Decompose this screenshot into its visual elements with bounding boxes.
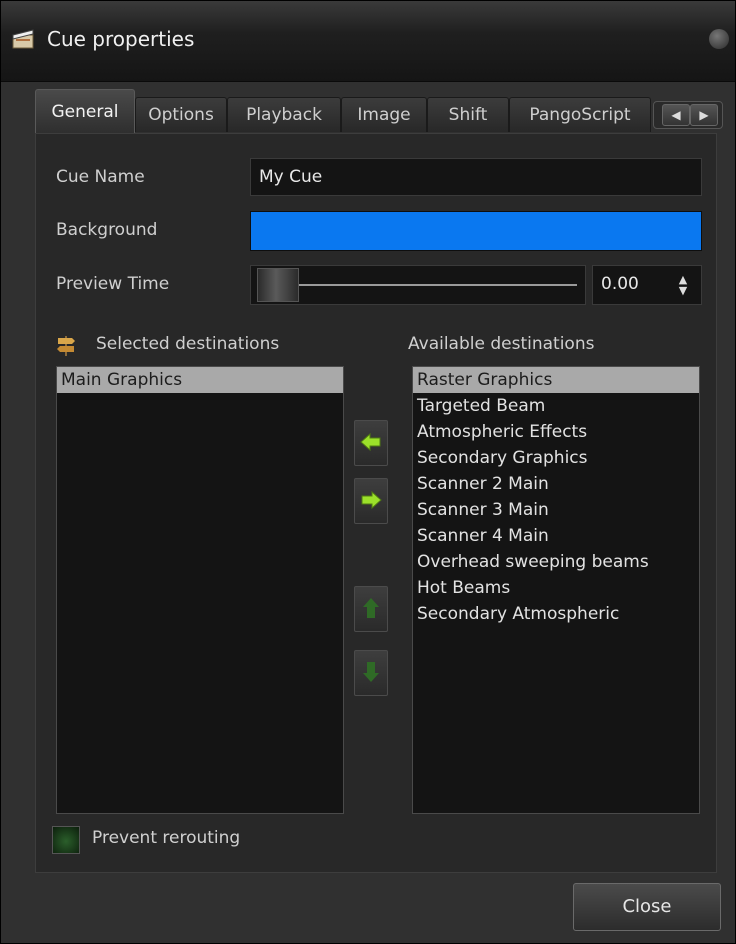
background-color-swatch[interactable] — [250, 211, 702, 251]
tab-shift[interactable]: Shift — [427, 97, 509, 132]
spin-arrows-icon[interactable]: ▲ ▼ — [673, 274, 693, 296]
available-list-item[interactable]: Raster Graphics — [413, 367, 699, 393]
preview-time-label: Preview Time — [56, 274, 170, 294]
available-list-item[interactable]: Targeted Beam — [413, 393, 699, 419]
available-list-item[interactable]: Scanner 2 Main — [413, 471, 699, 497]
remove-destination-button[interactable] — [354, 478, 388, 524]
tab-scroll-control: ◀ ▶ — [653, 101, 723, 129]
tab-general[interactable]: General — [35, 89, 135, 134]
tab-image[interactable]: Image — [341, 97, 427, 132]
move-up-button[interactable] — [354, 586, 388, 632]
selected-list-item[interactable]: Main Graphics — [57, 367, 343, 393]
available-list-item[interactable]: Overhead sweeping beams — [413, 549, 699, 575]
available-list-item[interactable]: Scanner 4 Main — [413, 523, 699, 549]
preview-time-slider[interactable] — [250, 265, 586, 305]
general-tab-panel: Cue Name My Cue Background Preview Time … — [35, 133, 717, 873]
cue-properties-window: Cue properties General Options Playback … — [0, 0, 736, 944]
tab-pangoscript[interactable]: PangoScript — [509, 97, 651, 132]
tab-playback[interactable]: Playback — [227, 97, 341, 132]
arrow-left-icon — [360, 432, 381, 452]
arrow-right-icon — [361, 490, 382, 510]
tab-bar: General Options Playback Image Shift Pan… — [35, 81, 725, 134]
available-list-item[interactable]: Scanner 3 Main — [413, 497, 699, 523]
available-destinations-list[interactable]: Raster Graphics Targeted Beam Atmospheric … — [412, 366, 700, 814]
close-button[interactable]: Close — [573, 883, 721, 931]
cue-name-label: Cue Name — [56, 167, 145, 187]
selected-destinations-list[interactable]: Main Graphics — [56, 366, 344, 814]
available-list-item[interactable]: Hot Beams — [413, 575, 699, 601]
slider-track — [259, 284, 577, 286]
tab-options[interactable]: Options — [135, 97, 227, 132]
available-list-item[interactable]: Atmospheric Effects — [413, 419, 699, 445]
available-destinations-label: Available destinations — [408, 334, 595, 354]
window-title: Cue properties — [47, 27, 195, 51]
clapperboard-icon — [12, 29, 34, 49]
tab-scroll-right-icon[interactable]: ▶ — [690, 104, 718, 126]
signpost-icon — [57, 336, 75, 356]
window-control-icon[interactable] — [709, 29, 729, 49]
background-label: Background — [56, 220, 158, 240]
prevent-rerouting-label: Prevent rerouting — [92, 828, 241, 848]
title-bar[interactable]: Cue properties — [1, 1, 735, 82]
preview-time-value: 0.00 — [601, 274, 639, 294]
add-destination-button[interactable] — [354, 420, 388, 466]
preview-time-spinbox[interactable]: 0.00 ▲ ▼ — [592, 265, 702, 305]
move-down-button[interactable] — [354, 650, 388, 696]
cue-name-input[interactable]: My Cue — [250, 158, 702, 196]
prevent-rerouting-checkbox[interactable] — [52, 826, 80, 854]
available-list-item[interactable]: Secondary Atmospheric — [413, 601, 699, 627]
tab-scroll-left-icon[interactable]: ◀ — [662, 104, 690, 126]
slider-thumb[interactable] — [257, 268, 299, 302]
arrow-up-icon — [363, 598, 379, 618]
available-list-item[interactable]: Secondary Graphics — [413, 445, 699, 471]
selected-destinations-label: Selected destinations — [96, 334, 280, 354]
arrow-down-icon — [363, 662, 379, 682]
